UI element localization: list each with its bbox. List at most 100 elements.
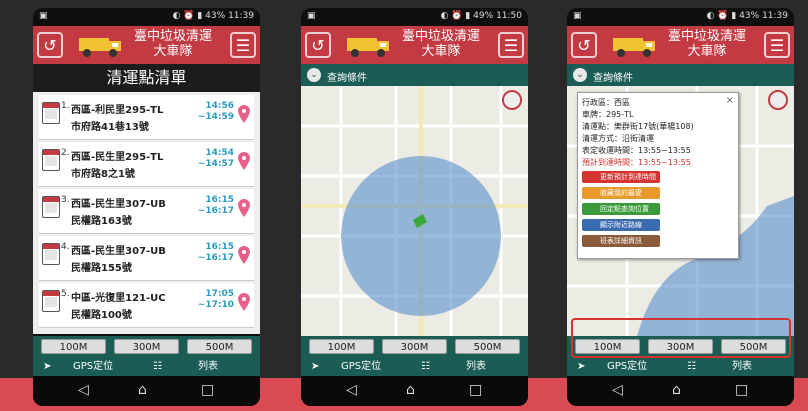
tab-list[interactable]: 列表 (732, 358, 752, 376)
item-time: 16:15 ~16:17 (197, 195, 234, 216)
calendar-icon (42, 149, 60, 171)
app-title: 臺中垃圾清運 大車隊 (133, 29, 212, 59)
calendar-icon (42, 243, 60, 265)
menu-icon[interactable]: ☰ (230, 32, 256, 58)
list-item[interactable]: 5. 中區-光復里121-UC 民權路100號 17:05 ~17:10 (39, 283, 254, 328)
phone-list-screen: ▣ ◐ ⏰ ▮ 43% 11:39 ↺ 臺中垃圾清運 大車隊 ☰ 清運點清單 1.… (33, 8, 260, 406)
info-popup: × 行政區：西區 車牌：295-TL 清運點：樂群街17號(華楊108) 清運方… (577, 92, 739, 259)
map-view[interactable] (301, 86, 528, 336)
phone-detail-screen: ▣ ◐ ⏰ ▮ 43% 11:39 ↺ 臺中垃圾清運 大車隊 ☰ ⌄ 查詢條件 ×… (567, 8, 794, 406)
map-canvas[interactable] (301, 86, 528, 336)
status-bar: ▣ ◐ ⏰ ▮ 49% 11:50 (301, 8, 528, 26)
calendar-icon (42, 290, 60, 312)
map-pin-icon[interactable] (238, 152, 250, 170)
back-arrow-icon[interactable]: ↺ (571, 32, 597, 58)
tab-list[interactable]: 列表 (198, 358, 218, 376)
app-header: ↺ 臺中垃圾清運 大車隊 ☰ (567, 26, 794, 64)
query-label: 查詢條件 (593, 73, 633, 84)
android-nav-bar: ◁ ⌂ □ (567, 376, 794, 406)
distance-100m-button[interactable]: 100M (309, 339, 374, 354)
pickup-list: 1. 西區-利民里295-TL 市府路41巷13號 14:56 ~14:59 2… (33, 92, 260, 334)
list-icon[interactable]: ☷ (153, 358, 162, 376)
gps-icon[interactable]: ➤ (311, 358, 319, 376)
item-time: 14:54 ~14:57 (197, 148, 234, 169)
return-location-button[interactable]: 回定點查詢位置 (582, 203, 660, 215)
item-name: 西區-利民里295-TL (71, 105, 164, 116)
nav-recents-icon[interactable]: □ (201, 382, 214, 398)
update-eta-button[interactable]: 更新預計到達時間 (582, 171, 660, 183)
search-radius-circle (341, 156, 501, 316)
distance-500m-button[interactable]: 500M (187, 339, 252, 354)
menu-icon[interactable]: ☰ (764, 32, 790, 58)
map-pin-icon[interactable] (238, 105, 250, 123)
locate-me-icon[interactable] (768, 90, 788, 110)
android-nav-bar: ◁ ⌂ □ (301, 376, 528, 406)
list-item[interactable]: 2. 西區-民生里295-TL 市府路8之1號 14:54 ~14:57 (39, 142, 254, 187)
map-pin-icon[interactable] (238, 199, 250, 217)
back-arrow-icon[interactable]: ↺ (305, 32, 331, 58)
map-pin-icon[interactable] (238, 246, 250, 264)
nav-recents-icon[interactable]: □ (735, 382, 748, 398)
map-pin-icon[interactable] (238, 293, 250, 311)
nav-home-icon[interactable]: ⌂ (672, 382, 681, 398)
list-item[interactable]: 4. 西區-民生里307-UB 民權路155號 16:15 ~16:17 (39, 236, 254, 281)
page-title: 清運點清單 (33, 64, 260, 92)
nav-home-icon[interactable]: ⌂ (138, 382, 147, 398)
item-address: 市府路41巷13號 (71, 122, 149, 133)
distance-100m-button[interactable]: 100M (41, 339, 106, 354)
nav-back-icon[interactable]: ◁ (612, 382, 623, 398)
item-name: 西區-民生里307-UB (71, 199, 166, 210)
garbage-truck-logo (79, 38, 121, 57)
query-bar[interactable]: ⌄ 查詢條件 (301, 64, 528, 86)
nav-home-icon[interactable]: ⌂ (406, 382, 415, 398)
distance-bar: 100M 300M 500M (301, 336, 528, 358)
list-item[interactable]: 3. 西區-民生里307-UB 民權路163號 16:15 ~16:17 (39, 189, 254, 234)
calendar-icon (42, 196, 60, 218)
list-item[interactable]: 1. 西區-利民里295-TL 市府路41巷13號 14:56 ~14:59 (39, 95, 254, 140)
app-title: 臺中垃圾清運 大車隊 (401, 29, 480, 59)
query-label: 查詢條件 (327, 73, 367, 84)
item-address: 民權路100號 (71, 310, 132, 321)
distance-300m-button[interactable]: 300M (114, 339, 179, 354)
item-name: 中區-光復里121-UC (71, 293, 166, 304)
app-header: ↺ 臺中垃圾清運 大車隊 ☰ (33, 26, 260, 64)
back-arrow-icon[interactable]: ↺ (37, 32, 63, 58)
bottom-tabs: ➤ GPS定位 ☷ 列表 (301, 358, 528, 376)
schedule-detail-button[interactable]: 班表詳細資訊 (582, 235, 660, 247)
chevron-down-icon[interactable]: ⌄ (307, 68, 321, 82)
tab-gps[interactable]: GPS定位 (73, 358, 113, 376)
battery-level: 43% (739, 11, 760, 21)
calendar-icon (42, 102, 60, 124)
item-time: 16:15 ~16:17 (197, 242, 234, 263)
gps-icon[interactable]: ➤ (43, 358, 51, 376)
tab-gps[interactable]: GPS定位 (341, 358, 381, 376)
item-address: 民權路155號 (71, 263, 132, 274)
gps-icon[interactable]: ➤ (577, 358, 585, 376)
add-favorite-button[interactable]: 收藏我的最愛 (582, 187, 660, 199)
distance-highlight-box (571, 318, 791, 358)
notification-icon: ▣ (573, 11, 582, 21)
tab-list[interactable]: 列表 (466, 358, 486, 376)
item-address: 市府路8之1號 (71, 169, 135, 180)
distance-500m-button[interactable]: 500M (455, 339, 520, 354)
list-icon[interactable]: ☷ (421, 358, 430, 376)
nav-back-icon[interactable]: ◁ (78, 382, 89, 398)
phone-map-screen: ▣ ◐ ⏰ ▮ 49% 11:50 ↺ 臺中垃圾清運 大車隊 ☰ ⌄ 查詢條件 1… (301, 8, 528, 406)
list-icon[interactable]: ☷ (687, 358, 696, 376)
distance-300m-button[interactable]: 300M (382, 339, 447, 354)
app-title: 臺中垃圾清運 大車隊 (667, 29, 746, 59)
tab-gps[interactable]: GPS定位 (607, 358, 647, 376)
close-icon[interactable]: × (726, 95, 734, 106)
nav-back-icon[interactable]: ◁ (346, 382, 357, 398)
garbage-truck-logo (347, 38, 389, 57)
locate-me-icon[interactable] (502, 90, 522, 110)
nav-recents-icon[interactable]: □ (469, 382, 482, 398)
show-nearby-route-button[interactable]: 顯示附近路線 (582, 219, 660, 231)
item-name: 西區-民生里295-TL (71, 152, 164, 163)
app-header: ↺ 臺中垃圾清運 大車隊 ☰ (301, 26, 528, 64)
map-view[interactable]: × 行政區：西區 車牌：295-TL 清運點：樂群街17號(華楊108) 清運方… (567, 86, 794, 336)
notification-icon: ▣ (39, 11, 48, 21)
chevron-down-icon[interactable]: ⌄ (573, 68, 587, 82)
menu-icon[interactable]: ☰ (498, 32, 524, 58)
query-bar[interactable]: ⌄ 查詢條件 (567, 64, 794, 86)
